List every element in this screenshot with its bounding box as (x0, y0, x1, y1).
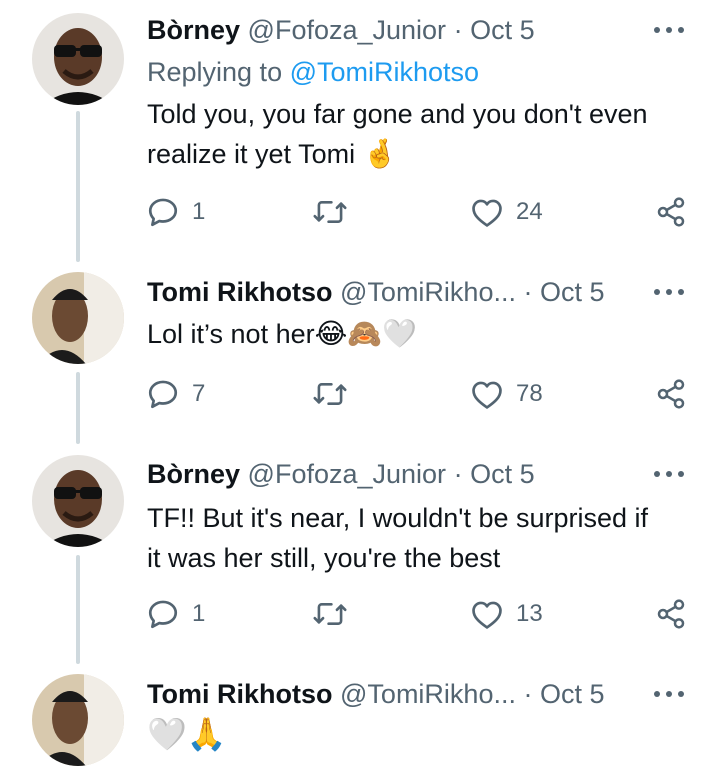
like-count: 13 (516, 600, 543, 627)
share-button[interactable] (655, 596, 687, 632)
retweet-button[interactable] (312, 376, 360, 412)
timestamp[interactable]: Oct 5 (540, 679, 605, 709)
tweet-text: Told you, you far gone and you don't eve… (147, 94, 692, 174)
reply-icon (148, 380, 178, 409)
reply-button[interactable]: 1 (146, 194, 205, 230)
tweet-actions: 7 78 (146, 376, 691, 412)
like-button[interactable]: 13 (470, 596, 543, 632)
like-count: 24 (516, 198, 543, 225)
tweet-header: Bòrney @Fofoza_Junior · Oct 5 (147, 456, 720, 492)
separator-dot: · (453, 15, 463, 45)
timestamp[interactable]: Oct 5 (540, 277, 605, 307)
share-button[interactable] (655, 376, 687, 412)
avatar[interactable] (32, 13, 124, 105)
display-name[interactable]: Bòrney (147, 459, 240, 489)
more-icon[interactable] (654, 26, 684, 34)
tweet[interactable]: Tomi Rikhotso @TomiRikho... · Oct 5 🤍🙏 (0, 664, 720, 773)
avatar-borney (32, 455, 124, 547)
heart-icon (472, 381, 502, 409)
more-icon[interactable] (654, 470, 684, 478)
reply-icon (148, 198, 178, 227)
crossed-fingers-emoji: 🤞 (362, 137, 398, 170)
share-icon (657, 599, 685, 629)
tweet-text: 🤍🙏 (147, 714, 692, 756)
replying-to: Replying to @TomiRikhotso (147, 54, 479, 90)
tweet-actions: 1 24 (146, 194, 691, 230)
replying-label: Replying to (147, 57, 283, 87)
tweet-text-segment: Lol it’s not her (147, 319, 315, 349)
like-button[interactable]: 78 (470, 376, 543, 412)
reply-button[interactable]: 7 (146, 376, 205, 412)
separator-dot: · (453, 459, 463, 489)
tweet-text-line: Lol it’s not her😂🙈🤍 (147, 314, 692, 354)
reply-icon (148, 600, 178, 629)
separator-dot: · (523, 679, 533, 709)
heart-icon (472, 601, 502, 629)
retweet-button[interactable] (312, 596, 360, 632)
tweet[interactable]: Bòrney @Fofoza_Junior · Oct 5 Replying t… (0, 0, 720, 262)
emoji-group: 🤍🙏 (147, 715, 227, 753)
heart-icon (472, 199, 502, 227)
avatar-tomi (32, 272, 124, 364)
reply-button[interactable]: 1 (146, 596, 205, 632)
tweet[interactable]: Tomi Rikhotso @TomiRikho... · Oct 5 Lol … (0, 262, 720, 444)
tweet-text-line: it was her still, you're the best (147, 543, 501, 573)
tweet-text-line: Told you, you far gone and you don't eve… (147, 99, 648, 129)
tweet-header: Tomi Rikhotso @TomiRikho... · Oct 5 (147, 676, 720, 712)
user-handle[interactable]: @TomiRikho... (340, 679, 516, 709)
reply-count: 7 (192, 380, 206, 407)
mention-link[interactable]: @TomiRikhotso (290, 57, 479, 87)
reply-count: 1 (192, 600, 206, 627)
share-icon (657, 197, 685, 227)
tweet-text-line: TF!! But it's near, I wouldn't be surpri… (147, 503, 649, 533)
tweet-header: Tomi Rikhotso @TomiRikho... · Oct 5 (147, 274, 720, 310)
share-icon (657, 379, 685, 409)
thread-line (76, 372, 80, 444)
tweet-actions: 1 13 (146, 596, 691, 632)
tweet-text-segment: realize it yet Tomi (147, 139, 356, 169)
tweet[interactable]: Bòrney @Fofoza_Junior · Oct 5 TF!! But i… (0, 444, 720, 664)
avatar-tomi (32, 674, 124, 766)
avatar-borney (32, 13, 124, 105)
reply-count: 1 (192, 198, 206, 225)
user-handle[interactable]: @TomiRikho... (340, 277, 516, 307)
avatar[interactable] (32, 674, 124, 766)
timestamp[interactable]: Oct 5 (470, 459, 535, 489)
display-name[interactable]: Tomi Rikhotso (147, 679, 333, 709)
display-name[interactable]: Bòrney (147, 15, 240, 45)
avatar[interactable] (32, 455, 124, 547)
avatar[interactable] (32, 272, 124, 364)
user-handle[interactable]: @Fofoza_Junior (248, 15, 447, 45)
timestamp[interactable]: Oct 5 (470, 15, 535, 45)
share-button[interactable] (655, 194, 687, 230)
retweet-icon (313, 200, 347, 224)
tweet-text: Lol it’s not her😂🙈🤍 (147, 314, 692, 354)
display-name[interactable]: Tomi Rikhotso (147, 277, 333, 307)
like-count: 78 (516, 380, 543, 407)
retweet-icon (313, 382, 347, 406)
thread-line (76, 111, 80, 262)
retweet-button[interactable] (312, 194, 360, 230)
emoji-group: 😂🙈🤍 (314, 317, 418, 350)
tweet-text-line: realize it yet Tomi 🤞 (147, 134, 692, 174)
separator-dot: · (523, 277, 533, 307)
tweet-header: Bòrney @Fofoza_Junior · Oct 5 (147, 12, 720, 48)
more-icon[interactable] (654, 690, 684, 698)
tweet-text: TF!! But it's near, I wouldn't be surpri… (147, 498, 692, 578)
user-handle[interactable]: @Fofoza_Junior (248, 459, 447, 489)
retweet-icon (313, 602, 347, 626)
thread-line (76, 555, 80, 664)
like-button[interactable]: 24 (470, 194, 543, 230)
more-icon[interactable] (654, 288, 684, 296)
